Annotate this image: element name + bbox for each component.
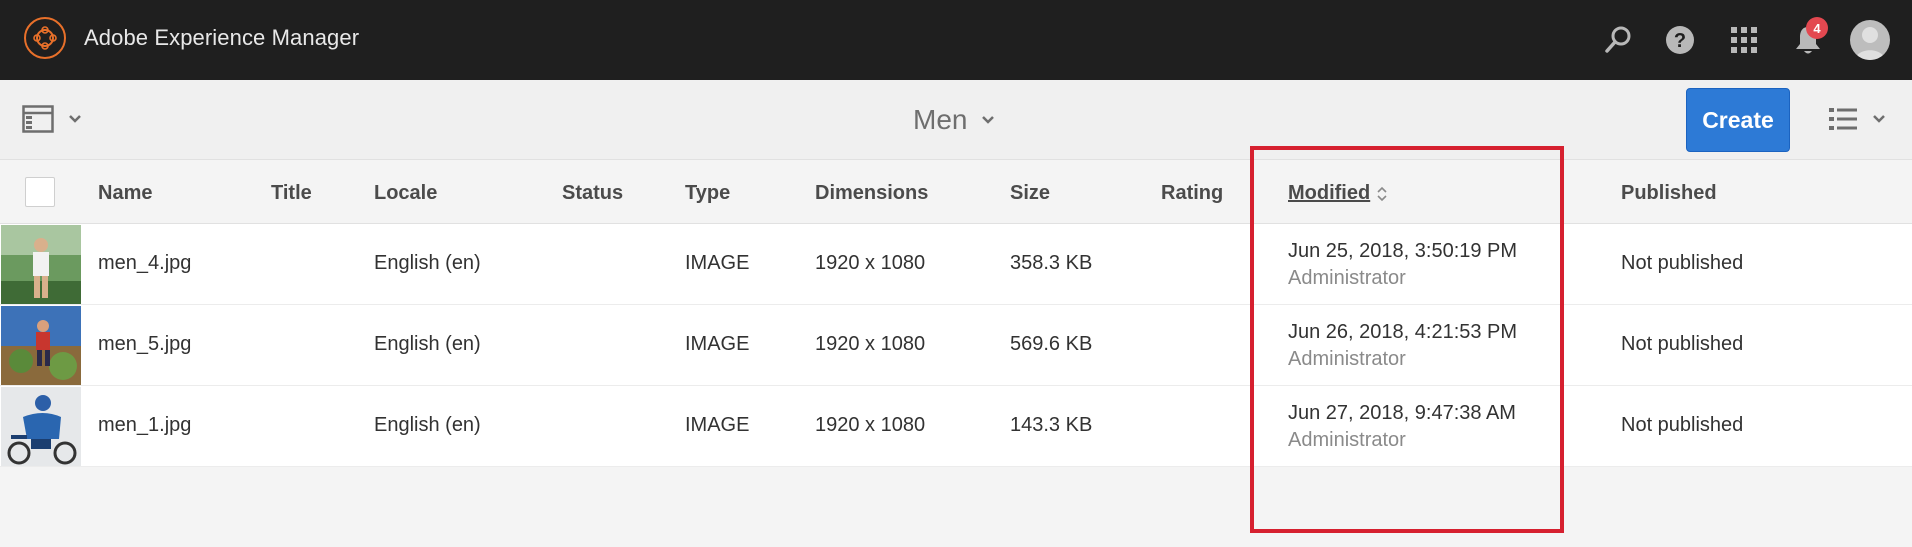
asset-size: 358.3 KB	[1010, 252, 1093, 274]
list-view-icon	[1829, 108, 1857, 130]
apps-grid-icon[interactable]	[1722, 18, 1766, 62]
column-header-name[interactable]: Name	[98, 182, 152, 205]
column-header-modified-label: Modified	[1288, 182, 1371, 204]
column-header-modified[interactable]: Modified	[1288, 182, 1388, 205]
page-title: Men	[913, 104, 968, 135]
asset-thumbnail[interactable]	[1, 225, 81, 304]
create-button[interactable]: Create	[1686, 88, 1790, 152]
column-header-title[interactable]: Title	[271, 182, 312, 205]
table-row[interactable]: men_5.jpg English (en) IMAGE 1920 x 1080…	[0, 305, 1912, 386]
asset-name[interactable]: men_5.jpg	[98, 333, 191, 356]
asset-name[interactable]: men_4.jpg	[98, 252, 191, 275]
asset-modified-date: Jun 27, 2018, 9:47:38 AM	[1288, 402, 1516, 424]
asset-dimensions: 1920 x 1080	[815, 252, 926, 274]
asset-name[interactable]: men_1.jpg	[98, 414, 191, 437]
asset-modified-by: Administrator	[1288, 429, 1406, 451]
asset-modified-by: Administrator	[1288, 267, 1406, 289]
asset-published-status: Not published	[1621, 252, 1744, 274]
asset-size: 569.6 KB	[1010, 333, 1093, 355]
notifications-icon[interactable]: 4	[1786, 17, 1830, 62]
asset-modified-date: Jun 26, 2018, 4:21:53 PM	[1288, 321, 1518, 343]
column-header-type[interactable]: Type	[685, 182, 730, 205]
rail-icon	[22, 105, 54, 133]
asset-published-status: Not published	[1621, 333, 1744, 355]
asset-locale: English (en)	[374, 252, 481, 274]
asset-modified-date: Jun 25, 2018, 3:50:19 PM	[1288, 240, 1518, 262]
select-all-checkbox[interactable]	[25, 177, 55, 207]
view-switcher[interactable]	[1828, 106, 1886, 132]
asset-thumbnail[interactable]	[1, 387, 81, 466]
asset-locale: English (en)	[374, 414, 481, 436]
asset-modified-by: Administrator	[1288, 348, 1406, 370]
svg-text:?: ?	[1674, 30, 1686, 52]
table-row[interactable]: men_1.jpg English (en) IMAGE 1920 x 1080…	[0, 386, 1912, 467]
notification-badge: 4	[1806, 17, 1828, 39]
rail-toggle-button[interactable]	[22, 105, 82, 133]
app-title: Adobe Experience Manager	[84, 25, 360, 50]
asset-thumbnail[interactable]	[1, 306, 81, 385]
column-header-locale[interactable]: Locale	[374, 182, 437, 205]
aem-logo-icon	[24, 17, 66, 59]
assets-table: Name Title Locale Status Type Dimensions…	[0, 160, 1912, 467]
help-icon[interactable]: ?	[1658, 18, 1702, 62]
column-header-published[interactable]: Published	[1621, 182, 1717, 205]
column-header-size[interactable]: Size	[1010, 182, 1050, 205]
chevron-down-icon	[69, 115, 81, 123]
column-header-status[interactable]: Status	[562, 182, 623, 205]
page-title-dropdown[interactable]: Men	[913, 104, 995, 136]
search-icon[interactable]	[1596, 18, 1640, 62]
asset-size: 143.3 KB	[1010, 414, 1093, 436]
asset-dimensions: 1920 x 1080	[815, 333, 926, 355]
column-header-dimensions[interactable]: Dimensions	[815, 182, 928, 205]
asset-type: IMAGE	[685, 414, 750, 436]
avatar-icon	[1850, 20, 1890, 60]
column-header-rating[interactable]: Rating	[1161, 182, 1223, 205]
asset-type: IMAGE	[685, 333, 750, 355]
chevron-down-icon	[1873, 115, 1885, 123]
user-avatar[interactable]	[1848, 18, 1892, 62]
chevron-down-icon	[982, 116, 995, 124]
asset-type: IMAGE	[685, 252, 750, 274]
asset-published-status: Not published	[1621, 414, 1744, 436]
asset-dimensions: 1920 x 1080	[815, 414, 926, 436]
action-bar: Men Create	[0, 80, 1912, 160]
brand[interactable]: Adobe Experience Manager	[24, 17, 359, 59]
asset-locale: English (en)	[374, 333, 481, 355]
table-header: Name Title Locale Status Type Dimensions…	[0, 160, 1912, 224]
table-row[interactable]: men_4.jpg English (en) IMAGE 1920 x 1080…	[0, 224, 1912, 305]
sort-icon	[1377, 186, 1387, 201]
shell-header: Adobe Experience Manager ? 4	[0, 0, 1912, 80]
